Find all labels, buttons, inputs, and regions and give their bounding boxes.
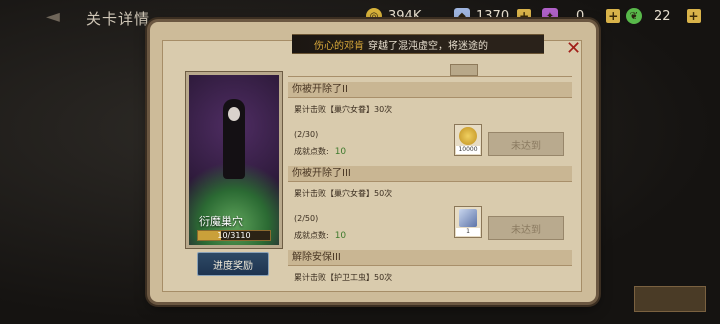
resource-leaf: ❦ 22 + — [626, 6, 701, 26]
card-progress-text: 10/3110 — [217, 231, 251, 240]
lair-card: 衍魔巢穴 10/3110 — [186, 72, 282, 248]
list-item: 你被开除了III 累计击败【巢穴女眷】50次 (2/50) 成就点数: 10 1 … — [288, 166, 572, 250]
achievement-desc: 累计击败【巢穴女眷】50次 — [294, 189, 393, 198]
banner-text: 穿越了混沌虚空，将迷途的 — [368, 40, 488, 52]
depart-button[interactable] — [634, 286, 706, 312]
card-face — [228, 107, 240, 121]
achievement-title: 你被开除了III — [288, 166, 572, 182]
card-name: 衍魔巢穴 — [199, 215, 243, 228]
back-arrow-icon[interactable]: ◄ — [46, 6, 60, 27]
achievement-desc: 累计击败【巢穴女眷】30次 — [294, 105, 393, 114]
card-progress-bar: 10/3110 — [197, 230, 271, 241]
achievement-points: 成就点数: 10 — [294, 147, 347, 157]
achievement-title: 你被开除了II — [288, 82, 572, 98]
news-banner: 伤心的邓肯 穿越了混沌虚空，将迷途的 — [292, 34, 544, 54]
status-not-reached-button[interactable]: 未达到 — [488, 132, 564, 156]
achievement-desc: 累计击败【护卫工虫】50次 — [294, 273, 393, 282]
gold-coin-icon — [459, 127, 477, 145]
status-not-reached-button[interactable]: 未达到 — [488, 216, 564, 240]
banner-player-name: 伤心的邓肯 — [314, 40, 364, 52]
achievement-title: 解除安保III — [288, 250, 572, 266]
achievement-list: 你被开除了II 累计击败【巢穴女眷】30次 (2/30) 成就点数: 10 100… — [288, 62, 572, 282]
add-leaf-button[interactable]: + — [686, 9, 701, 23]
add-crystal-button[interactable]: + — [517, 9, 532, 23]
reward-slot[interactable]: 1 — [454, 206, 482, 238]
screen-title: 关卡详情 — [86, 10, 151, 28]
blue-card-icon — [459, 209, 477, 227]
close-icon[interactable]: ✕ — [566, 38, 712, 59]
achievement-progress: (2/30) — [294, 130, 319, 139]
achievement-points: 成就点数: 10 — [294, 231, 347, 241]
reward-slot[interactable]: 10000 — [454, 124, 482, 156]
add-ticket-button[interactable]: + — [606, 9, 621, 23]
progress-reward-button[interactable]: 进度奖励 — [197, 252, 269, 276]
list-item: 解除安保III 累计击败【护卫工虫】50次 — [288, 250, 572, 282]
list-top-strip — [288, 62, 572, 77]
achievement-progress: (2/50) — [294, 214, 319, 223]
green-leaf-icon: ❦ — [626, 8, 642, 24]
